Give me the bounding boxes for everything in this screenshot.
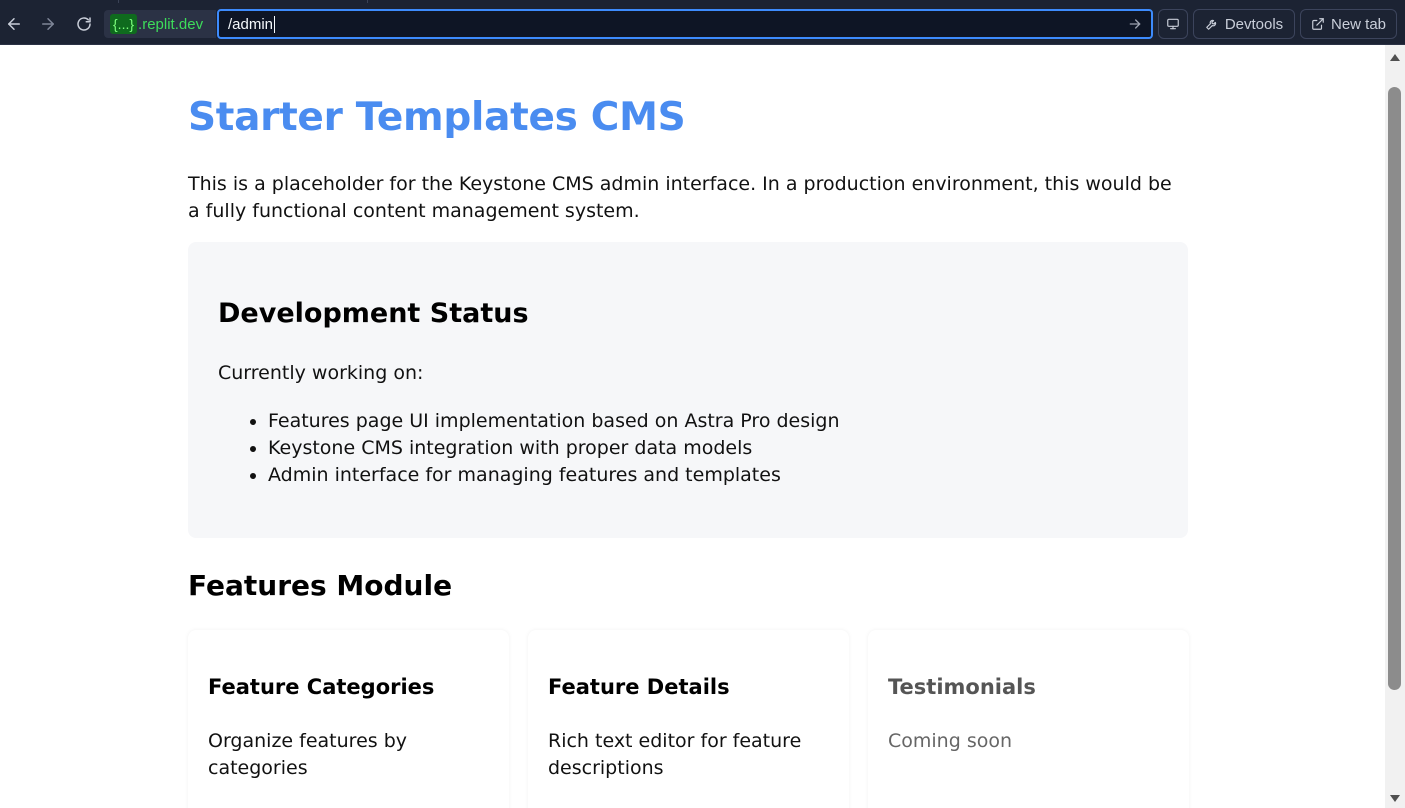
vertical-scrollbar[interactable] (1385, 45, 1405, 808)
new-tab-button[interactable]: New tab (1300, 9, 1397, 39)
devtools-button[interactable]: Devtools (1193, 9, 1295, 39)
card-description: Rich text editor for feature description… (548, 730, 802, 779)
scroll-down-button[interactable] (1385, 790, 1405, 806)
device-preview-button[interactable] (1158, 9, 1188, 39)
development-status-panel: Development Status Currently working on:… (188, 242, 1188, 538)
card-description: Coming soon (888, 730, 1013, 752)
forward-button[interactable] (35, 11, 61, 37)
browser-toolbar: {...} .replit.dev /admin Devtools New ta… (0, 0, 1405, 45)
origin-host: .replit.dev (138, 15, 204, 33)
status-heading: Development Status (218, 298, 529, 329)
monitor-icon (1167, 18, 1179, 30)
go-arrow-icon[interactable] (1127, 16, 1143, 32)
tab-strip-edge (118, 0, 368, 3)
list-item: Keystone CMS integration with proper dat… (268, 435, 840, 462)
new-tab-label: New tab (1330, 15, 1387, 33)
scroll-thumb[interactable] (1388, 87, 1401, 690)
url-path-text: /admin (228, 15, 274, 33)
scroll-down-arrow-icon (1390, 794, 1400, 802)
reload-icon (77, 17, 91, 31)
page-viewport: Starter Templates CMS This is a placehol… (0, 45, 1385, 808)
status-subheading: Currently working on: (218, 362, 424, 384)
text-caret (274, 15, 276, 33)
list-item: Features page UI implementation based on… (268, 408, 840, 435)
devtools-label: Devtools (1224, 15, 1284, 33)
wrench-icon (1205, 19, 1216, 30)
origin-indicator: {...} .replit.dev (104, 10, 216, 38)
page-title: Starter Templates CMS (188, 95, 686, 140)
external-link-icon (1312, 18, 1324, 30)
card-description: Organize features by categories (208, 730, 407, 779)
back-button[interactable] (1, 11, 27, 37)
features-module-heading: Features Module (188, 569, 453, 602)
card-title: Feature Details (548, 675, 730, 699)
feature-details-card[interactable]: Feature Details Rich text editor for fea… (528, 630, 849, 808)
feature-categories-card[interactable]: Feature Categories Organize features by … (188, 630, 509, 808)
card-title: Feature Categories (208, 675, 435, 699)
reload-button[interactable] (71, 11, 97, 37)
scroll-up-arrow-icon (1390, 53, 1400, 61)
card-title: Testimonials (888, 675, 1036, 699)
url-input[interactable]: /admin (217, 9, 1153, 39)
origin-badge: {...} (110, 14, 138, 34)
intro-text: This is a placeholder for the Keystone C… (188, 173, 1172, 222)
back-arrow-icon (8, 18, 20, 30)
status-list: Features page UI implementation based on… (268, 408, 840, 489)
list-item: Admin interface for managing features an… (268, 462, 840, 489)
testimonials-card: Testimonials Coming soon (868, 630, 1189, 808)
scroll-up-button[interactable] (1385, 49, 1405, 65)
forward-arrow-icon (42, 18, 54, 30)
